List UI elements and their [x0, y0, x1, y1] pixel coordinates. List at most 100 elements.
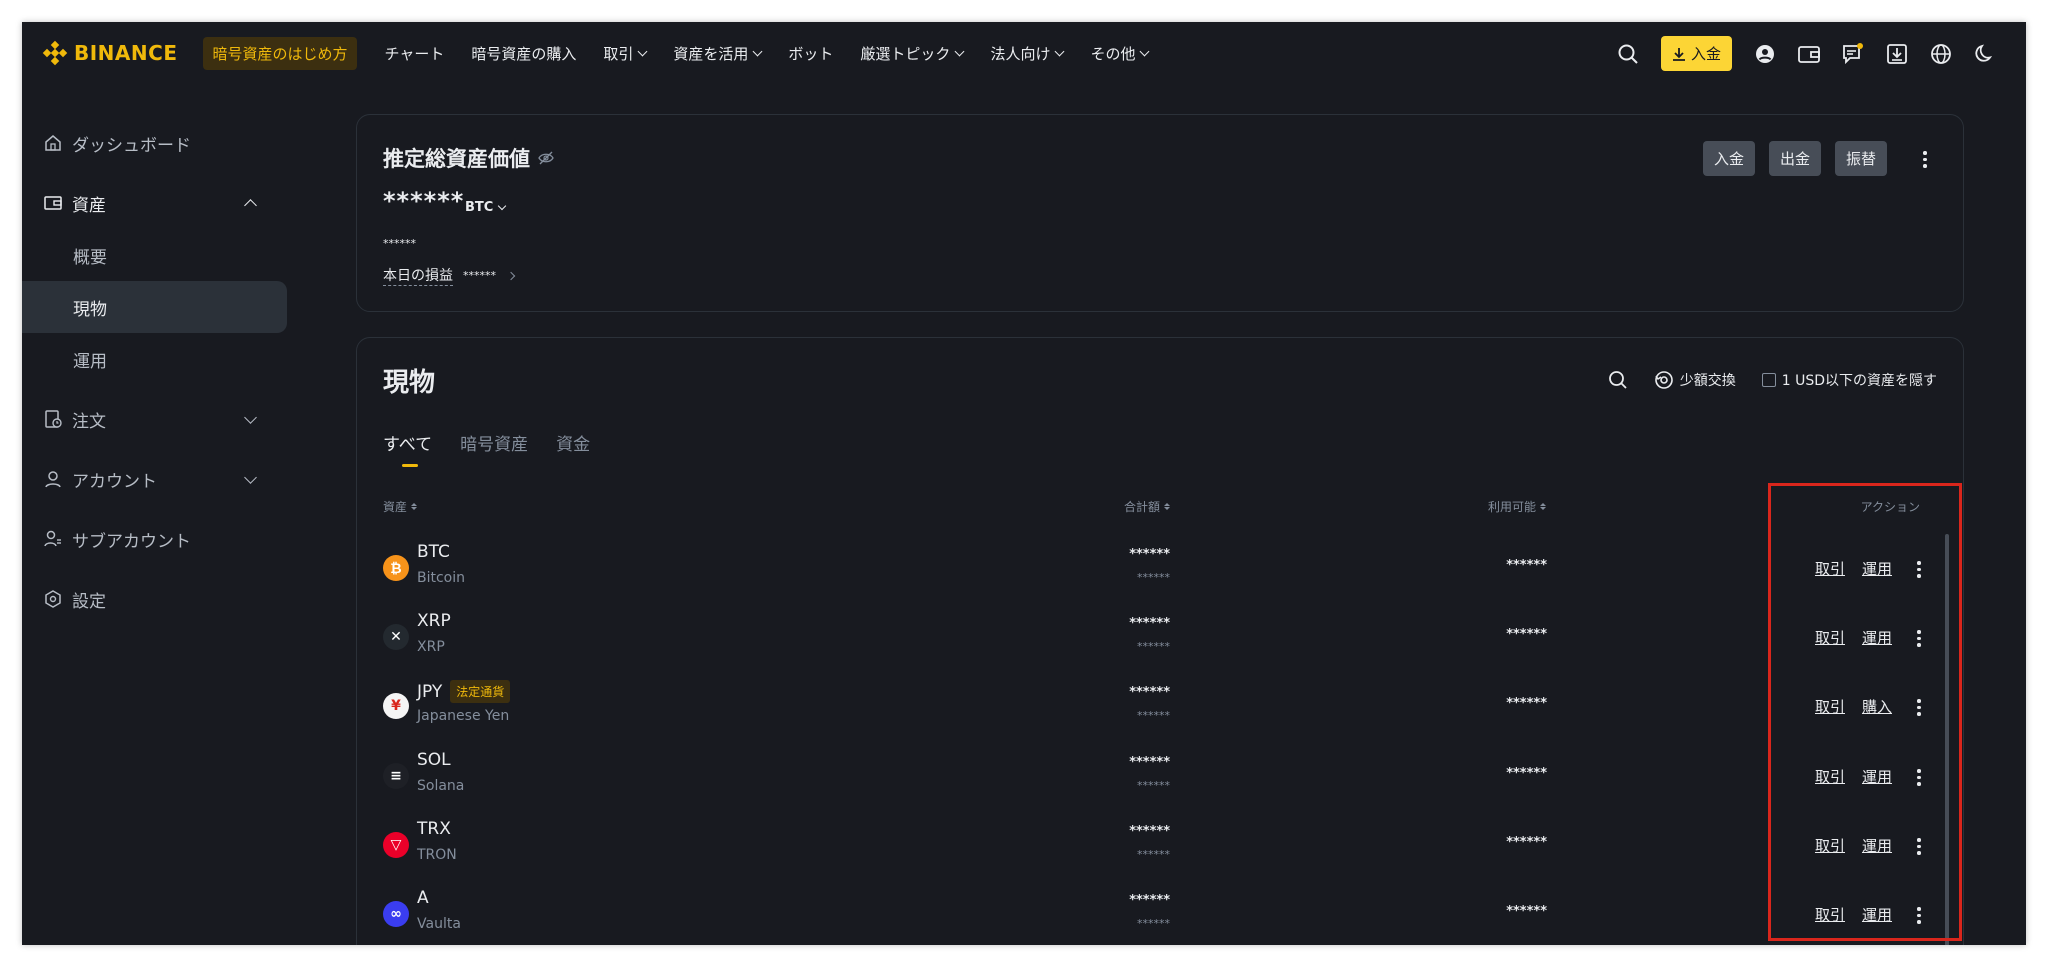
- sidebar-item-label: 注文: [72, 411, 106, 432]
- asset-name: XRP: [417, 639, 445, 655]
- deposit-button[interactable]: 入金: [1660, 36, 1732, 71]
- sidebar-item-subaccount[interactable]: サブアカウント: [22, 513, 287, 565]
- asset-symbol: A: [417, 888, 429, 908]
- nav-link-label: チャート: [384, 44, 445, 63]
- more-options-icon[interactable]: [1923, 151, 1927, 168]
- tab-fiat[interactable]: 資金: [556, 430, 590, 467]
- table-row[interactable]: ¥ JPY 法定通貨 Japanese Yen ****** ****** **…: [357, 672, 1963, 741]
- sidebar-item-dashboard[interactable]: ダッシュボード: [22, 117, 287, 169]
- gear-icon: [45, 590, 61, 608]
- column-header-label: 資産: [383, 500, 408, 514]
- sort-icon: [1540, 503, 1546, 510]
- asset-symbol: SOL: [417, 750, 451, 770]
- sidebar-item-label: ダッシュボード: [72, 135, 191, 156]
- withdraw-button[interactable]: 出金: [1768, 141, 1821, 176]
- home-icon: [45, 135, 61, 151]
- total-amount: ******: [1129, 893, 1170, 908]
- available-amount: ******: [1506, 696, 1547, 711]
- nav-right-tools: 入金: [1617, 36, 1996, 71]
- total-amount: ******: [1129, 616, 1170, 631]
- nav-link-0[interactable]: チャート: [385, 43, 445, 64]
- sidebar-item-label: 運用: [73, 351, 107, 372]
- download-icon[interactable]: [1886, 43, 1908, 65]
- available-amount: ******: [1506, 904, 1547, 919]
- column-header-available[interactable]: 利用可能: [1488, 498, 1546, 515]
- table-row[interactable]: ≡ SOL Solana ****** ****** ****** 取引 運用: [357, 742, 1963, 811]
- nav-link-5[interactable]: 厳選トピック: [860, 43, 965, 64]
- moon-icon[interactable]: [1974, 43, 1996, 65]
- estimated-balance-label: 推定総資産価値: [383, 147, 530, 171]
- table-row[interactable]: ∞ A Vaulta ****** ****** ****** 取引 運用: [357, 880, 1963, 945]
- nav-links: チャート 暗号資産の購入 取引 資産を活用 ボット 厳選トピック 法人向け その他: [385, 43, 1150, 64]
- total-amount: ******: [1129, 547, 1170, 562]
- small-convert-button[interactable]: 少額交換: [1654, 370, 1736, 390]
- deposit-button[interactable]: 入金: [1702, 141, 1755, 176]
- coin-icon: ∞: [383, 901, 409, 927]
- spot-title: 現物: [383, 368, 436, 398]
- chevron-down-icon: [244, 411, 257, 424]
- today-pnl-value: ******: [463, 269, 496, 282]
- sidebar-item-orders[interactable]: 注文: [22, 393, 287, 445]
- asset-name: Solana: [417, 778, 465, 794]
- chevron-right-icon: [506, 271, 516, 280]
- search-icon[interactable]: [1617, 43, 1639, 65]
- nav-link-label: その他: [1090, 44, 1136, 63]
- total-amount: ******: [1129, 824, 1170, 839]
- available-amount: ******: [1506, 627, 1547, 642]
- tab-crypto[interactable]: 暗号資産: [460, 430, 528, 467]
- checkbox[interactable]: [1761, 373, 1776, 387]
- subaccount-icon: [44, 530, 61, 547]
- asset-name: TRON: [417, 847, 457, 863]
- nav-link-6[interactable]: 法人向け: [990, 43, 1065, 64]
- hide-small-assets-toggle[interactable]: 1 USD以下の資産を隠す: [1761, 370, 1937, 390]
- nav-link-1[interactable]: 暗号資産の購入: [471, 43, 576, 64]
- total-fiat-value: ******: [1137, 571, 1170, 584]
- table-row[interactable]: ₿ BTC Bitcoin ****** ****** ****** 取引 運用: [357, 534, 1963, 603]
- sidebar-item-spot[interactable]: 現物: [22, 281, 287, 333]
- nav-link-2[interactable]: 取引: [603, 43, 648, 64]
- sidebar: ダッシュボード 資産 概要 現物 運用 注文 アカウント サブアカウント 設定: [22, 117, 287, 625]
- column-header-total[interactable]: 合計額: [1124, 498, 1170, 515]
- eye-hidden-icon[interactable]: [538, 150, 554, 166]
- nav-link-label: ボット: [788, 44, 834, 63]
- sidebar-item-assets[interactable]: 資産: [22, 177, 287, 229]
- tab-all[interactable]: すべて: [383, 430, 432, 467]
- nav-link-label: 厳選トピック: [860, 44, 951, 63]
- nav-link-4[interactable]: ボット: [788, 43, 833, 64]
- message-icon[interactable]: [1842, 42, 1864, 65]
- sidebar-item-account[interactable]: アカウント: [22, 453, 287, 505]
- globe-icon[interactable]: [1930, 43, 1952, 65]
- total-amount: ******: [1129, 755, 1170, 770]
- sidebar-item-overview[interactable]: 概要: [22, 229, 287, 281]
- sidebar-item-settings[interactable]: 設定: [22, 573, 287, 625]
- sidebar-item-label: 設定: [72, 591, 106, 612]
- balance-unit-selector[interactable]: BTC: [465, 200, 507, 215]
- table-row[interactable]: ▽ TRX TRON ****** ****** ****** 取引 運用: [357, 811, 1963, 880]
- total-fiat-value: ******: [1137, 640, 1170, 653]
- small-convert-label: 少額交換: [1679, 373, 1736, 389]
- asset-symbol-cell: BTC: [417, 542, 450, 562]
- estimated-balance-fiat: ******: [383, 237, 416, 250]
- wallet-icon[interactable]: [1798, 43, 1820, 65]
- available-amount: ******: [1506, 835, 1547, 850]
- nav-link-3[interactable]: 資産を活用: [673, 43, 763, 64]
- transfer-button[interactable]: 振替: [1834, 141, 1887, 176]
- binance-logo[interactable]: BINANCE: [42, 40, 177, 66]
- table-row[interactable]: ✕ XRP XRP ****** ****** ****** 取引 運用: [357, 603, 1963, 672]
- search-icon[interactable]: [1608, 370, 1628, 390]
- deposit-label: 入金: [1690, 45, 1721, 63]
- sidebar-item-label: サブアカウント: [72, 531, 191, 552]
- column-header-label: 合計額: [1123, 500, 1160, 514]
- sidebar-item-earn[interactable]: 運用: [22, 333, 287, 385]
- coin-icon: ≡: [383, 763, 409, 789]
- chevron-down-icon: [244, 471, 257, 484]
- user-icon[interactable]: [1754, 43, 1776, 65]
- top-navigation: BINANCE 暗号資産のはじめ方 チャート 暗号資産の購入 取引 資産を活用 ボット 厳…: [22, 22, 2026, 84]
- asset-symbol-cell: TRX: [417, 819, 451, 839]
- nav-link-7[interactable]: その他: [1090, 43, 1150, 64]
- total-amount: ******: [1129, 685, 1170, 700]
- column-header-asset[interactable]: 資産: [383, 498, 418, 515]
- today-pnl[interactable]: 本日の損益 ******: [383, 265, 516, 286]
- sidebar-item-label: 概要: [73, 247, 107, 268]
- beginner-guide-link[interactable]: 暗号資産のはじめ方: [203, 36, 357, 70]
